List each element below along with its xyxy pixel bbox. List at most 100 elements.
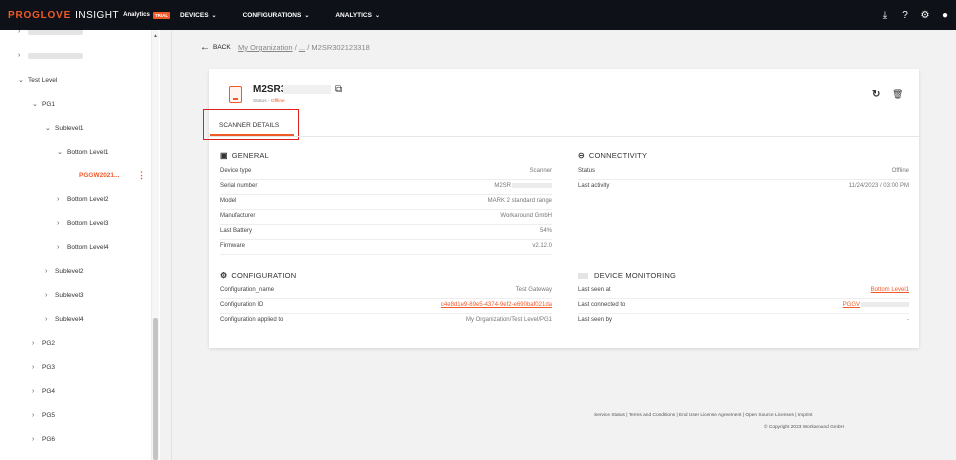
table-row: Manufacturer Workaround GmbH [220, 210, 552, 225]
sidebar-item-pg4[interactable]: › PG4 [32, 388, 55, 395]
sidebar-item-label: Sublevel3 [55, 292, 84, 299]
nav-configurations[interactable]: CONFIGURATIONS ⌄ [243, 12, 310, 19]
row-key: Last connected to [578, 302, 626, 308]
nav-devices[interactable]: DEVICES ⌄ [180, 12, 217, 19]
divider [209, 136, 919, 137]
chevron-right-icon: › [57, 244, 60, 251]
breadcrumb-current: M2SR302123318 [311, 43, 370, 52]
row-key: Last seen at [578, 287, 611, 293]
sidebar-item-label: PG1 [42, 100, 56, 108]
sidebar-item-sublevel4[interactable]: › Sublevel4 [45, 316, 84, 323]
arrow-left-icon: ← [200, 42, 210, 53]
gear-icon: ⚙ [220, 271, 228, 280]
status-value: Offline [270, 99, 285, 104]
copy-icon[interactable]: ⧉ [335, 84, 342, 95]
sidebar-item-hidden[interactable]: › [18, 30, 83, 35]
download-icon[interactable]: ⤓ [880, 10, 890, 21]
scroll-up-icon[interactable]: ▲ [153, 33, 158, 39]
row-value: Workaround GmbH [500, 213, 552, 219]
chevron-down-icon: ⌄ [18, 77, 24, 84]
account-icon[interactable]: ● [940, 10, 950, 21]
back-label: BACK [213, 44, 231, 51]
sidebar-item-pg6[interactable]: › PG6 [32, 436, 55, 443]
footer-links[interactable]: Service Status | Terms and Conditions | … [594, 413, 812, 418]
redacted-value [861, 302, 909, 307]
sidebar-divider [171, 30, 172, 460]
chevron-right-icon: › [32, 340, 35, 347]
sidebar-item-label: Sublevel4 [55, 316, 84, 323]
sidebar-item-pg2[interactable]: › PG2 [32, 340, 55, 347]
main-nav: DEVICES ⌄ CONFIGURATIONS ⌄ ANALYTICS ⌄ [180, 12, 406, 19]
row-value: MARK 2 standard range [487, 198, 552, 204]
chevron-down-icon: ⌄ [32, 101, 38, 108]
sidebar-item-label: Bottom Level3 [67, 220, 109, 227]
sidebar-item-pg1[interactable]: ⌄ PG1 [32, 100, 56, 109]
nav-analytics[interactable]: ANALYTICS ⌄ [335, 12, 380, 19]
redacted-label [28, 30, 83, 35]
kebab-menu-icon[interactable]: ⋮ [137, 170, 146, 181]
sidebar-item-pggw-active[interactable]: PGGW2021... [79, 172, 119, 179]
sidebar-item-hidden-2[interactable]: › [18, 52, 83, 59]
sidebar-item-bottom-level2[interactable]: › Bottom Level2 [57, 196, 109, 203]
brand-analytics: Analytics [123, 12, 150, 18]
device-title: M2SR3 [253, 84, 287, 95]
table-row: Configuration ID c4e8d1e9-89e5-4374-9ef2-… [220, 299, 552, 314]
sidebar-item-bottom-level3[interactable]: › Bottom Level3 [57, 220, 109, 227]
section-title: DEVICE MONITORING [594, 271, 677, 280]
sidebar-item-bottom-level4[interactable]: › Bottom Level4 [57, 244, 109, 251]
row-value: My Organization/Test Level/PG1 [465, 317, 552, 323]
section-configuration: ⚙ CONFIGURATION [220, 271, 296, 280]
row-value-wrap: M2SR [494, 183, 552, 189]
sidebar-item-sublevel3[interactable]: › Sublevel3 [45, 292, 84, 299]
sidebar-item-sublevel1[interactable]: ⌄ Sublevel1 [45, 124, 84, 133]
table-row: Configuration_name Test Gateway [220, 284, 552, 299]
chevron-right-icon: › [18, 52, 21, 59]
chevron-right-icon: › [32, 388, 35, 395]
sidebar-item-pg5[interactable]: › PG5 [32, 412, 55, 419]
chevron-down-icon: ⌄ [45, 125, 51, 132]
table-row: Last seen at Bottom Level1 [578, 284, 909, 299]
sidebar-item-label: Sublevel2 [55, 268, 84, 275]
table-row: Status Offline [578, 165, 909, 180]
redacted-title [283, 85, 331, 94]
sidebar-tree: › › ⌄ Test Level ⌄ PG1 ⌄ Sublevel1 ⌄ Bottom … [0, 30, 160, 460]
last-connected-to-link[interactable]: PGGV [843, 302, 909, 308]
brand-main: PROGLOVE [8, 9, 72, 21]
sidebar-item-label: PG5 [42, 412, 56, 419]
row-key: Configuration applied to [220, 317, 284, 323]
configuration-id-link[interactable]: c4e8d1e9-89e5-4374-9ef2-e690baf021da [441, 302, 552, 308]
brand-product: INSIGHT [75, 9, 120, 21]
settings-icon[interactable]: ⚙ [920, 10, 930, 21]
sidebar-scroll-thumb[interactable] [153, 318, 158, 460]
refresh-icon[interactable]: ↻ [872, 89, 880, 100]
back-button[interactable]: ← BACK [200, 42, 231, 53]
brand-logo[interactable]: PROGLOVE INSIGHT Analytics TRIAL [0, 10, 172, 21]
link-icon: ⊝ [578, 151, 585, 160]
sidebar-item-bottom-level1[interactable]: ⌄ Bottom Level1 [57, 148, 109, 157]
sidebar-item-label: PG2 [42, 340, 56, 347]
sidebar-item-pg3[interactable]: › PG3 [32, 364, 55, 371]
section-title: CONFIGURATION [231, 271, 297, 280]
sidebar-item-sublevel2[interactable]: › Sublevel2 [45, 268, 84, 275]
device-card: M2SR3 ⧉ Status - Offline ↻ 🗑 SCANNER DET… [203, 69, 919, 348]
device-status: Status - Offline [253, 99, 285, 104]
chevron-right-icon: › [45, 292, 48, 299]
chevron-down-icon: ⌄ [211, 12, 217, 19]
chevron-right-icon: › [18, 30, 21, 35]
breadcrumb-organization[interactable]: My Organization [238, 43, 293, 52]
section-title: GENERAL [231, 151, 270, 160]
sidebar-item-label: PG6 [42, 436, 56, 443]
sidebar-item-label: PG4 [42, 388, 56, 395]
nav-devices-label: DEVICES [180, 11, 209, 19]
row-value: 11/24/2023 / 03:00 PM [848, 183, 909, 189]
trial-badge: TRIAL [152, 11, 171, 19]
section-connectivity: ⊝ CONNECTIVITY [578, 151, 647, 160]
help-icon[interactable]: ? [900, 10, 910, 21]
last-seen-at-link[interactable]: Bottom Level1 [871, 287, 909, 293]
row-key: Last Battery [220, 228, 253, 234]
sidebar-item-test-level[interactable]: ⌄ Test Level [18, 76, 57, 85]
delete-icon[interactable]: 🗑 [892, 89, 903, 100]
chart-icon: ▣ [220, 151, 228, 160]
sidebar-item-label: PGGW2021... [79, 172, 120, 179]
sidebar-item-label: PG3 [42, 364, 56, 371]
